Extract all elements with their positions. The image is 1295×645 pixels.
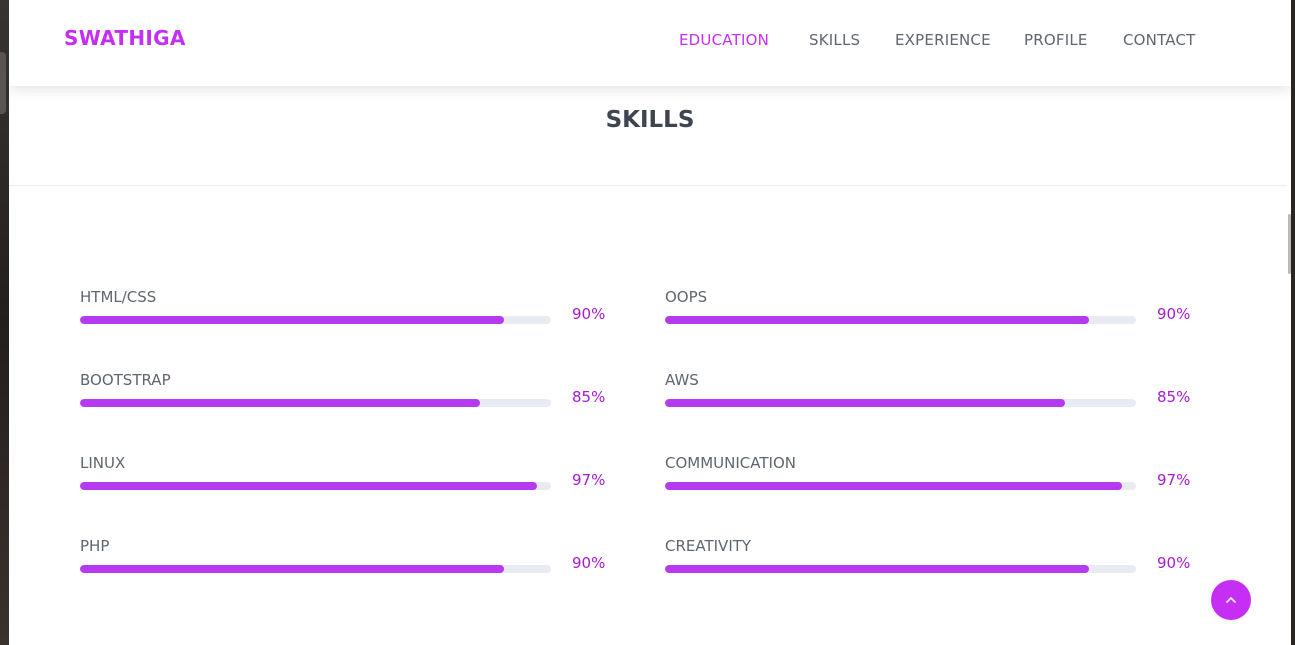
skill-item: LINUX 97%	[80, 454, 610, 514]
skill-percent: 90%	[1157, 305, 1191, 323]
page: SWATHIGA EDUCATION SKILLS EXPERIENCE PRO…	[9, 0, 1291, 645]
progress-fill	[665, 482, 1122, 490]
skill-percent: 85%	[572, 388, 606, 406]
side-tab	[0, 52, 6, 114]
skill-name: PHP	[80, 537, 110, 555]
progress-fill	[665, 316, 1089, 324]
back-to-top-button[interactable]	[1211, 580, 1251, 620]
skill-item: OOPS 90%	[665, 288, 1195, 348]
brand-logo[interactable]: SWATHIGA	[64, 26, 186, 50]
progress-fill	[80, 399, 481, 407]
progress-fill	[665, 565, 1089, 573]
skill-item: COMMUNICATION 97%	[665, 454, 1195, 514]
skill-name: LINUX	[80, 454, 126, 472]
site-header: SWATHIGA EDUCATION SKILLS EXPERIENCE PRO…	[9, 0, 1291, 86]
skill-name: HTML/CSS	[80, 288, 157, 306]
skill-percent: 90%	[1157, 554, 1191, 572]
progress-track	[80, 316, 551, 324]
progress-fill	[80, 565, 504, 573]
progress-fill	[80, 316, 504, 324]
progress-track	[80, 399, 551, 407]
skill-name: COMMUNICATION	[665, 454, 796, 472]
progress-track	[665, 565, 1136, 573]
nav-item-skills[interactable]: SKILLS	[809, 31, 860, 49]
skill-item: HTML/CSS 90%	[80, 288, 610, 348]
nav-item-experience[interactable]: EXPERIENCE	[895, 31, 991, 49]
skill-percent: 90%	[572, 305, 606, 323]
progress-track	[665, 482, 1136, 490]
nav-item-contact[interactable]: CONTACT	[1123, 31, 1196, 49]
progress-track	[80, 565, 551, 573]
progress-fill	[80, 482, 537, 490]
section-divider	[9, 185, 1291, 186]
skill-percent: 90%	[572, 554, 606, 572]
progress-fill	[665, 399, 1066, 407]
skill-percent: 97%	[572, 471, 606, 489]
skill-item: PHP 90%	[80, 537, 610, 597]
progress-track	[80, 482, 551, 490]
skill-name: AWS	[665, 371, 699, 389]
nav-item-profile[interactable]: PROFILE	[1024, 31, 1088, 49]
skill-percent: 85%	[1157, 388, 1191, 406]
skill-name: OOPS	[665, 288, 708, 306]
skill-item: AWS 85%	[665, 371, 1195, 431]
skill-percent: 97%	[1157, 471, 1191, 489]
skill-name: BOOTSTRAP	[80, 371, 171, 389]
progress-track	[665, 316, 1136, 324]
skill-item: BOOTSTRAP 85%	[80, 371, 610, 431]
section-title: SKILLS	[605, 107, 695, 133]
background-strip	[0, 0, 9, 645]
nav-item-education[interactable]: EDUCATION	[679, 31, 769, 49]
progress-track	[665, 399, 1136, 407]
scrollbar[interactable]	[1287, 0, 1291, 645]
chevron-up-icon	[1226, 597, 1236, 603]
scrollbar-thumb[interactable]	[1288, 214, 1291, 274]
skill-name: CREATIVITY	[665, 537, 752, 555]
skill-item: CREATIVITY 90%	[665, 537, 1195, 597]
